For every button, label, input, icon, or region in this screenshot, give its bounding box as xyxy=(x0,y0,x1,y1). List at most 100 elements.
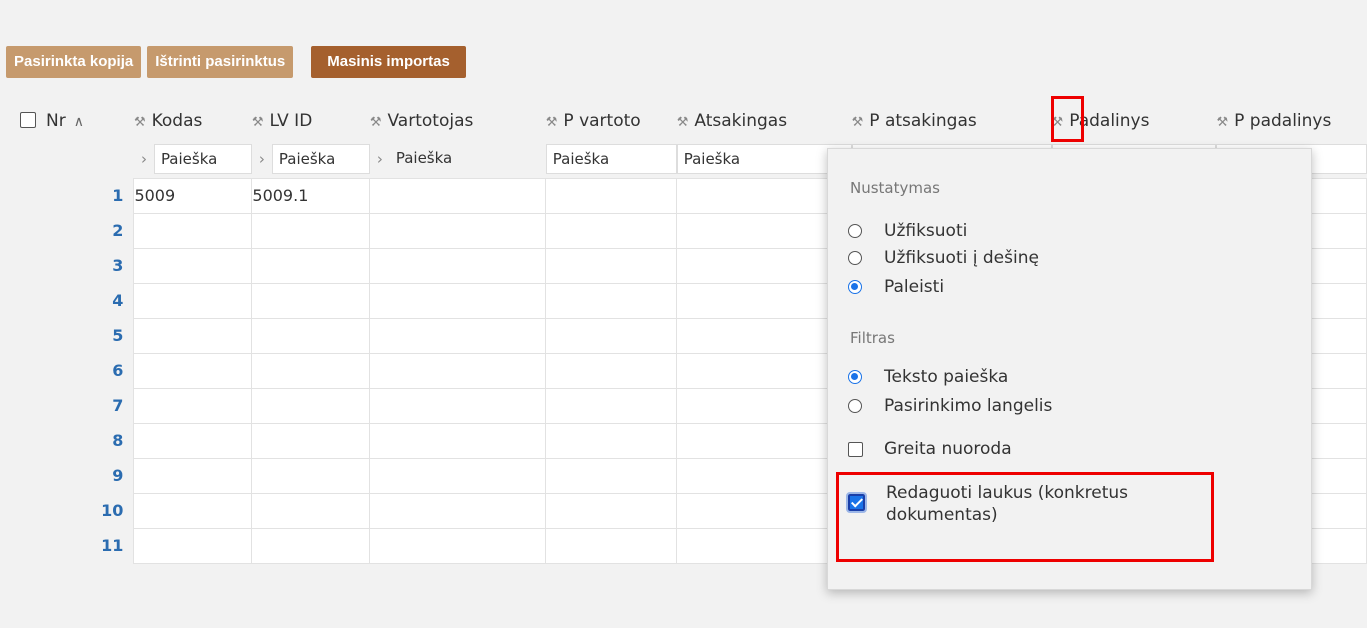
wrench-icon[interactable]: ⚒ xyxy=(370,115,382,130)
section-label-setting: Nustatymas xyxy=(850,179,940,197)
delete-selected-button[interactable]: Ištrinti pasirinktus xyxy=(147,46,294,78)
cell-p-vartoto[interactable] xyxy=(545,177,678,214)
cell-kodas[interactable] xyxy=(133,457,253,494)
cell-atsakingas[interactable] xyxy=(676,317,853,354)
cell-lvid[interactable] xyxy=(251,387,371,424)
cell-atsakingas[interactable] xyxy=(676,282,853,319)
header-p-vartoto[interactable]: ⚒ P vartoto xyxy=(545,102,677,140)
cell-lvid[interactable] xyxy=(251,317,371,354)
cell-lvid[interactable] xyxy=(251,352,371,389)
filter-cell-p-vartoto: Paieška xyxy=(545,140,677,178)
option-label: Užfiksuoti xyxy=(884,221,968,241)
cell-p-vartoto[interactable] xyxy=(545,247,678,284)
cell-vartotojas[interactable] xyxy=(369,282,547,319)
cell-lvid[interactable] xyxy=(251,212,371,249)
cell-vartotojas[interactable] xyxy=(369,352,547,389)
cell-p-vartoto[interactable] xyxy=(545,527,678,564)
filter-cell-lvid: › Paieška xyxy=(251,140,370,178)
vartotojas-search-input[interactable]: Paieška xyxy=(390,144,546,174)
radio-pin[interactable] xyxy=(848,224,862,238)
header-nr[interactable]: Nr ∧ xyxy=(6,102,134,140)
wrench-icon[interactable]: ⚒ xyxy=(134,115,146,130)
p-vartoto-search-input[interactable]: Paieška xyxy=(545,143,677,174)
kodas-search-input[interactable]: Paieška xyxy=(153,143,252,174)
option-quick-link[interactable]: Greita nuoroda xyxy=(848,439,1012,459)
atsakingas-search-input[interactable]: Paieška xyxy=(676,143,852,174)
select-all-checkbox[interactable] xyxy=(20,112,36,128)
cell-kodas[interactable] xyxy=(133,247,253,284)
cell-vartotojas[interactable] xyxy=(369,387,547,424)
wrench-icon[interactable]: ⚒ xyxy=(546,115,558,130)
cell-atsakingas[interactable] xyxy=(676,492,853,529)
cell-p-vartoto[interactable] xyxy=(545,492,678,529)
cell-p-vartoto[interactable] xyxy=(545,317,678,354)
cell-vartotojas[interactable] xyxy=(369,422,547,459)
header-p-atsakingas[interactable]: ⚒ P atsakingas xyxy=(851,102,1052,140)
option-release[interactable]: Paleisti xyxy=(848,277,944,297)
cell-p-vartoto[interactable] xyxy=(545,457,678,494)
cell-kodas[interactable] xyxy=(133,422,253,459)
header-lvid[interactable]: ⚒ LV ID xyxy=(251,102,370,140)
chevron-right-icon[interactable]: › xyxy=(370,150,390,168)
cell-atsakingas[interactable] xyxy=(676,387,853,424)
cell-p-vartoto[interactable] xyxy=(545,422,678,459)
wrench-icon[interactable]: ⚒ xyxy=(1216,115,1228,130)
cell-kodas[interactable] xyxy=(133,212,253,249)
lvid-search-input[interactable]: Paieška xyxy=(271,143,370,174)
mass-import-button[interactable]: Masinis importas xyxy=(311,46,466,78)
header-kodas[interactable]: ⚒ Kodas xyxy=(133,102,252,140)
option-pin-right[interactable]: Užfiksuoti į dešinę xyxy=(848,248,1039,268)
radio-text-search[interactable] xyxy=(848,370,862,384)
checkbox-quick-link[interactable] xyxy=(848,441,863,457)
cell-lvid[interactable] xyxy=(251,527,371,564)
chevron-right-icon[interactable]: › xyxy=(134,150,154,168)
cell-lvid[interactable] xyxy=(251,247,371,284)
cell-atsakingas[interactable] xyxy=(676,177,853,214)
cell-p-vartoto[interactable] xyxy=(545,212,678,249)
cell-vartotojas[interactable] xyxy=(369,212,547,249)
cell-kodas[interactable] xyxy=(133,492,253,529)
cell-kodas[interactable] xyxy=(133,527,253,564)
cell-atsakingas[interactable] xyxy=(676,527,853,564)
chevron-right-icon[interactable]: › xyxy=(252,150,272,168)
cell-kodas[interactable]: 5009 xyxy=(133,177,253,214)
option-text-search[interactable]: Teksto paieška xyxy=(848,367,1008,387)
cell-p-vartoto[interactable] xyxy=(545,352,678,389)
cell-vartotojas[interactable] xyxy=(369,247,547,284)
cell-atsakingas[interactable] xyxy=(676,422,853,459)
cell-p-vartoto[interactable] xyxy=(545,387,678,424)
cell-lvid[interactable] xyxy=(251,422,371,459)
option-pin[interactable]: Užfiksuoti xyxy=(848,221,967,241)
cell-vartotojas[interactable] xyxy=(369,457,547,494)
wrench-icon[interactable]: ⚒ xyxy=(252,115,264,130)
cell-atsakingas[interactable] xyxy=(676,457,853,494)
header-vartotojas[interactable]: ⚒ Vartotojas xyxy=(369,102,546,140)
wrench-icon[interactable]: ⚒ xyxy=(677,115,689,130)
cell-kodas[interactable] xyxy=(133,387,253,424)
cell-atsakingas[interactable] xyxy=(676,247,853,284)
cell-kodas[interactable] xyxy=(133,352,253,389)
cell-vartotojas[interactable] xyxy=(369,177,547,214)
cell-lvid[interactable] xyxy=(251,492,371,529)
header-p-padalinys[interactable]: ⚒ P padalinys xyxy=(1216,102,1367,140)
cell-vartotojas[interactable] xyxy=(369,492,547,529)
cell-atsakingas[interactable] xyxy=(676,352,853,389)
cell-vartotojas[interactable] xyxy=(369,527,547,564)
cell-vartotojas[interactable] xyxy=(369,317,547,354)
wrench-icon[interactable]: ⚒ xyxy=(852,115,864,130)
sort-ascending-icon[interactable]: ∧ xyxy=(74,114,84,130)
row-number: 11 xyxy=(6,528,134,563)
copy-selected-button[interactable]: Pasirinkta kopija xyxy=(6,46,142,78)
radio-pin-right[interactable] xyxy=(848,251,862,265)
radio-select-box[interactable] xyxy=(848,399,862,413)
header-atsakingas[interactable]: ⚒ Atsakingas xyxy=(676,102,852,140)
cell-kodas[interactable] xyxy=(133,282,253,319)
cell-lvid[interactable]: 5009.1 xyxy=(251,177,371,214)
cell-lvid[interactable] xyxy=(251,457,371,494)
radio-release[interactable] xyxy=(848,280,862,294)
cell-p-vartoto[interactable] xyxy=(545,282,678,319)
cell-lvid[interactable] xyxy=(251,282,371,319)
cell-kodas[interactable] xyxy=(133,317,253,354)
option-select-box[interactable]: Pasirinkimo langelis xyxy=(848,396,1052,416)
cell-atsakingas[interactable] xyxy=(676,212,853,249)
